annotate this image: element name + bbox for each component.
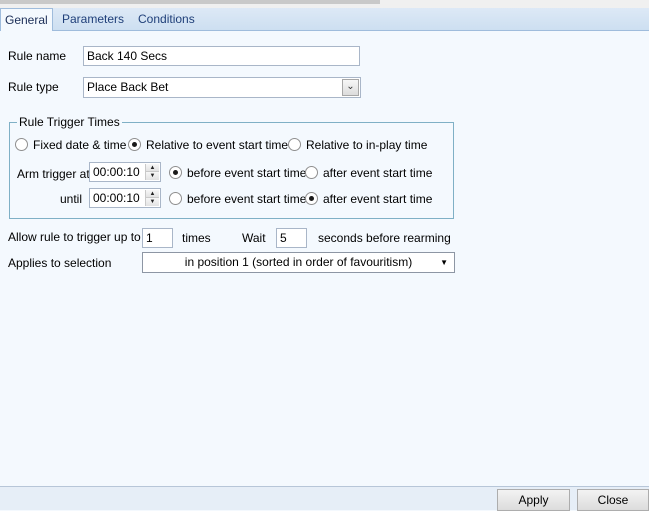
until-spinner[interactable]: ▲ ▼ <box>145 190 159 206</box>
top-scrollbar[interactable] <box>0 0 649 8</box>
spin-up-icon[interactable]: ▲ <box>146 190 159 198</box>
close-button[interactable]: Close <box>577 489 649 511</box>
tab-conditions[interactable]: Conditions <box>134 8 199 31</box>
rule-name-field[interactable]: Back 140 Secs <box>83 46 360 66</box>
arm-before-label: before event start time <box>187 166 307 180</box>
general-panel: Rule name Back 140 Secs Rule type Place … <box>0 31 649 486</box>
tab-general[interactable]: General <box>0 8 53 32</box>
trigger-limit-label: Allow rule to trigger up to <box>8 230 141 244</box>
apply-button[interactable]: Apply <box>497 489 570 511</box>
rule-type-label: Rule type <box>8 80 59 94</box>
trigger-count-field[interactable]: 1 <box>142 228 173 248</box>
times-label: times <box>182 231 211 245</box>
spin-up-icon[interactable]: ▲ <box>146 164 159 172</box>
button-bar: Apply Close <box>0 486 649 511</box>
arm-trigger-label: Arm trigger at <box>17 167 90 181</box>
fixed-date-label: Fixed date & time <box>33 138 127 152</box>
rule-trigger-times-title: Rule Trigger Times <box>17 115 122 129</box>
radio-arm-after[interactable] <box>305 166 318 179</box>
arm-trigger-time-value: 00:00:10 <box>93 165 140 179</box>
until-time-field[interactable]: 00:00:10 ▲ ▼ <box>89 188 161 208</box>
rule-type-value: Place Back Bet <box>87 80 169 94</box>
arm-trigger-time-field[interactable]: 00:00:10 ▲ ▼ <box>89 162 161 182</box>
arm-trigger-spinner[interactable]: ▲ ▼ <box>145 164 159 180</box>
relative-event-start-label: Relative to event start time <box>146 138 289 152</box>
chevron-down-icon[interactable]: ⌄ <box>342 79 359 96</box>
radio-until-before[interactable] <box>169 192 182 205</box>
selection-value: in position 1 (sorted in order of favour… <box>184 255 413 269</box>
spin-down-icon[interactable]: ▼ <box>146 172 159 180</box>
radio-relative-event-start[interactable] <box>128 138 141 151</box>
radio-until-after[interactable] <box>305 192 318 205</box>
radio-relative-inplay[interactable] <box>288 138 301 151</box>
radio-arm-before[interactable] <box>169 166 182 179</box>
selection-select[interactable]: in position 1 (sorted in order of favour… <box>142 252 455 273</box>
dropdown-arrow-icon[interactable]: ▼ <box>440 253 448 272</box>
until-after-label: after event start time <box>323 192 433 206</box>
rule-name-label: Rule name <box>8 49 67 63</box>
arm-after-label: after event start time <box>323 166 433 180</box>
relative-inplay-label: Relative to in-play time <box>306 138 428 152</box>
wait-seconds-field[interactable]: 5 <box>276 228 307 248</box>
until-time-value: 00:00:10 <box>93 191 140 205</box>
seconds-before-rearming-label: seconds before rearming <box>318 231 451 245</box>
rule-type-select[interactable]: Place Back Bet ⌄ <box>83 77 361 98</box>
tab-parameters[interactable]: Parameters <box>58 8 128 31</box>
radio-fixed-date[interactable] <box>15 138 28 151</box>
spin-down-icon[interactable]: ▼ <box>146 198 159 206</box>
tab-bar: General Parameters Conditions <box>0 8 649 32</box>
until-label: until <box>60 192 83 206</box>
until-before-label: before event start time <box>187 192 307 206</box>
wait-label: Wait <box>242 231 266 245</box>
scrollbar-thumb[interactable] <box>0 0 380 4</box>
applies-to-selection-label: Applies to selection <box>8 256 112 270</box>
